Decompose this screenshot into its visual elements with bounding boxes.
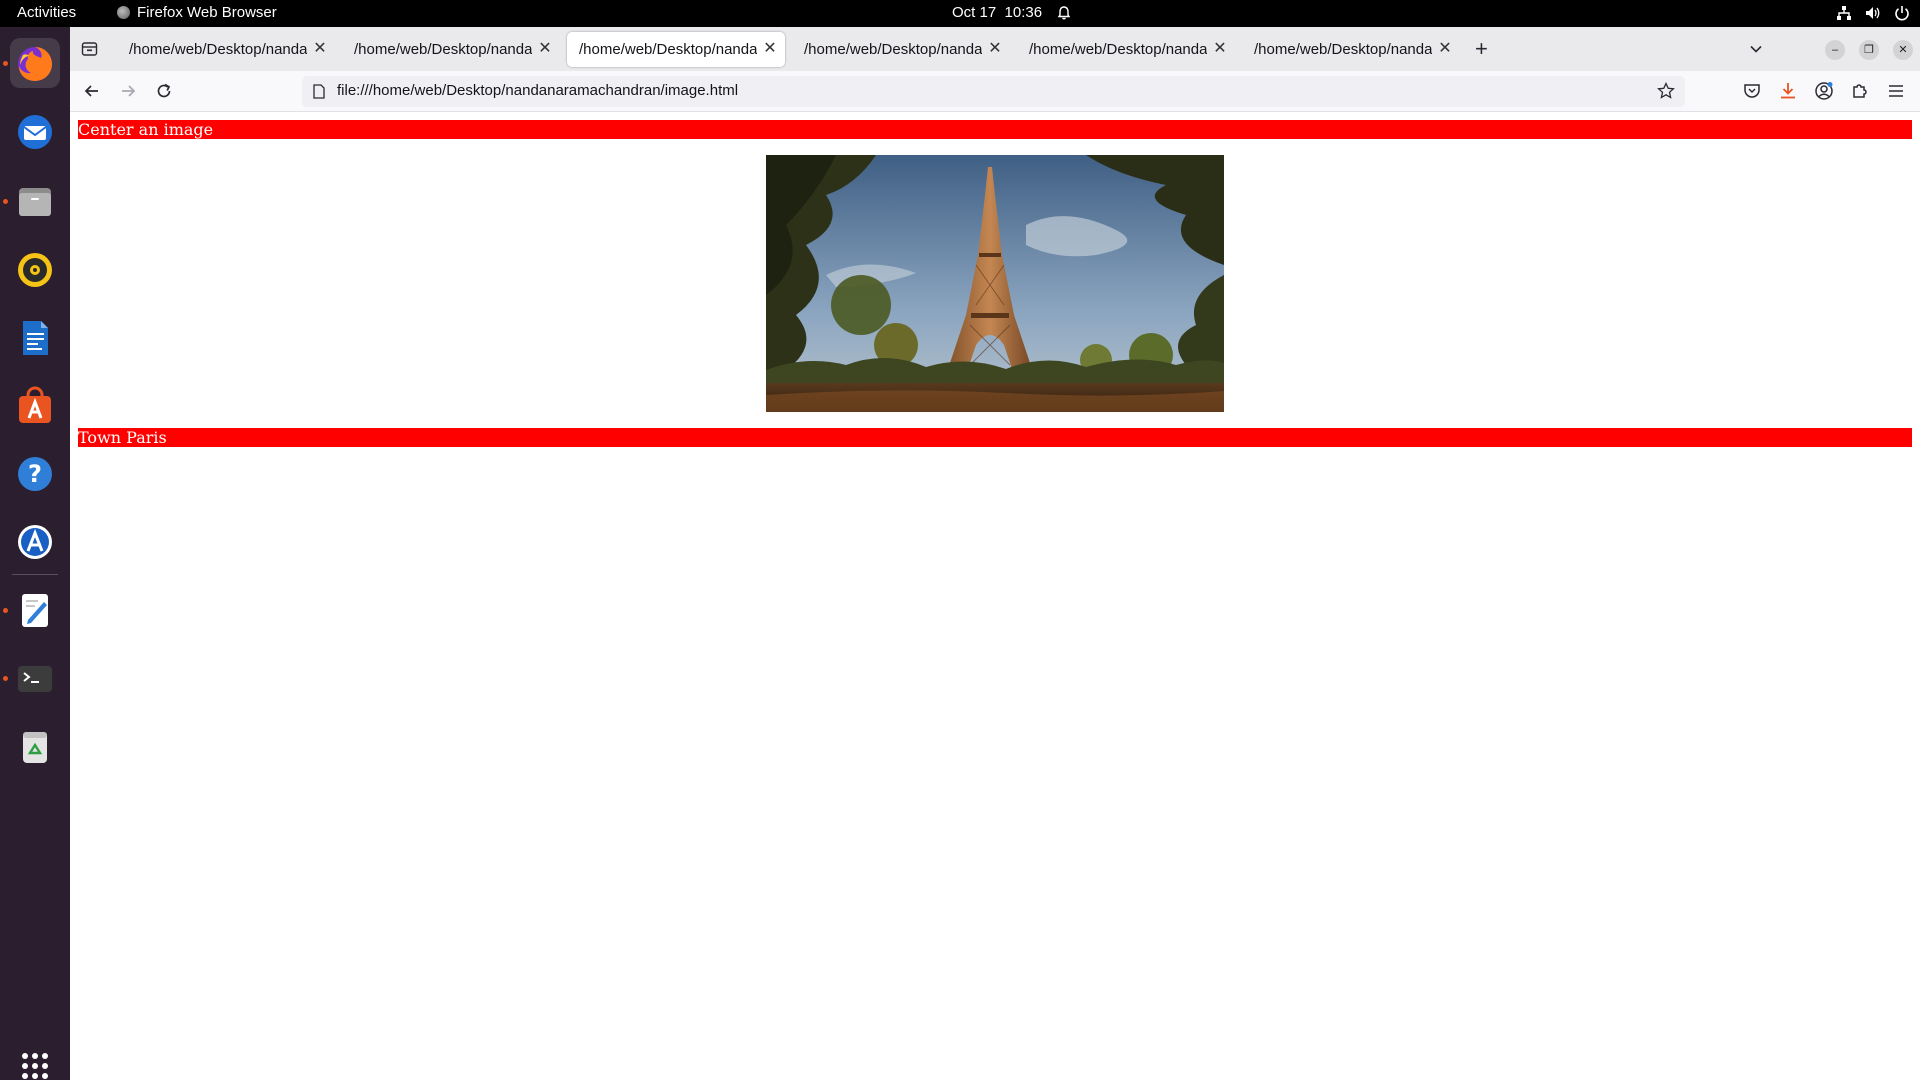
clock[interactable]: Oct 17 10:36 (952, 4, 1072, 21)
dock-separator (12, 574, 58, 575)
firefox-small-icon (117, 6, 130, 19)
dock-rhythmbox[interactable] (10, 245, 60, 295)
tab-title: /home/web/Desktop/nandanaramachandran (354, 41, 532, 58)
close-tab-icon[interactable]: ✕ (311, 40, 329, 58)
restore-icon[interactable]: ❐ (1859, 40, 1879, 60)
navigation-bar: file:///home/web/Desktop/nandanaramachan… (70, 71, 1920, 112)
tab-title: /home/web/Desktop/nandanaramachandran (1254, 41, 1432, 58)
tab-title: /home/web/Desktop/nandanaramachandran (129, 41, 307, 58)
dock-ubuntu-software[interactable] (10, 381, 60, 431)
reload-icon[interactable] (154, 81, 174, 101)
clock-date-time: Oct 17 10:36 (952, 4, 1042, 21)
dock-thunderbird[interactable] (10, 107, 60, 157)
clock-date: Oct 17 (952, 4, 997, 21)
new-tab-icon[interactable]: + (1475, 36, 1488, 62)
app-menu-label: Firefox Web Browser (137, 4, 277, 21)
close-tab-icon[interactable]: ✕ (1211, 40, 1229, 58)
running-indicator (3, 676, 8, 681)
power-icon (1895, 6, 1909, 21)
browser-tab[interactable]: /home/web/Desktop/nandanaramachandran ✕ (342, 32, 560, 67)
browser-tab[interactable]: /home/web/Desktop/nandanaramachandran ✕ (1242, 32, 1460, 67)
thunderbird-icon (18, 115, 52, 149)
firefox-view-icon[interactable] (81, 40, 98, 57)
dock-app-center[interactable] (10, 517, 60, 567)
close-tab-icon[interactable]: ✕ (536, 40, 554, 58)
back-arrow-icon[interactable] (82, 81, 102, 101)
running-indicator (3, 199, 8, 204)
browser-tab-selected[interactable]: /home/web/Desktop/nandanaramachandran ✕ (567, 32, 785, 67)
volume-icon (1866, 7, 1880, 19)
browser-tab[interactable]: /home/web/Desktop/nandanaramachandran ✕ (117, 32, 335, 67)
close-tab-icon[interactable]: ✕ (761, 40, 779, 58)
help-icon: ? (18, 457, 52, 491)
rhythmbox-icon (18, 253, 52, 287)
software-icon (19, 386, 51, 423)
app-menu[interactable]: Firefox Web Browser (117, 4, 277, 21)
system-tray[interactable] (1836, 5, 1910, 21)
running-indicator (3, 608, 8, 613)
dock-files[interactable] (10, 176, 60, 226)
activities-button[interactable]: Activities (17, 4, 76, 21)
dock-text-editor[interactable] (10, 585, 60, 635)
close-window-icon[interactable]: ✕ (1893, 40, 1913, 60)
dock-help[interactable]: ? (10, 449, 60, 499)
pocket-icon[interactable] (1742, 81, 1762, 101)
browser-tab[interactable]: /home/web/Desktop/nandanaramachandran ✕ (1017, 32, 1235, 67)
extensions-icon[interactable] (1850, 81, 1870, 101)
downloads-icon[interactable] (1778, 81, 1798, 101)
tab-title: /home/web/Desktop/nandanaramachandran (1029, 41, 1207, 58)
list-all-tabs-icon[interactable] (1749, 42, 1763, 56)
files-icon (19, 188, 51, 216)
eiffel-tower-photo (766, 155, 1224, 412)
network-icon (1837, 6, 1851, 20)
page-content: Center an image Town Paris (70, 112, 1920, 1080)
dock-firefox[interactable] (10, 38, 60, 88)
forward-arrow-icon[interactable] (118, 81, 138, 101)
top-bar: Activities Firefox Web Browser Oct 17 10… (0, 0, 1920, 27)
firefox-icon (18, 47, 52, 81)
close-tab-icon[interactable]: ✕ (986, 40, 1004, 58)
clock-time: 10:36 (1004, 4, 1043, 21)
dock-terminal[interactable] (10, 653, 60, 703)
dock-trash[interactable] (10, 721, 60, 771)
browser-tab[interactable]: /home/web/Desktop/nandanaramachandran ✕ (792, 32, 1010, 67)
caption-banner: Town Paris (78, 428, 1912, 447)
close-tab-icon[interactable]: ✕ (1436, 40, 1454, 58)
trash-icon (23, 732, 47, 763)
account-icon[interactable] (1814, 81, 1834, 101)
running-indicator (3, 61, 8, 66)
terminal-icon (18, 666, 52, 692)
appcenter-icon (18, 525, 52, 559)
tab-strip: /home/web/Desktop/nandanaramachandran ✕ … (70, 27, 1920, 71)
notification-bell-icon (1057, 5, 1071, 19)
bookmark-star-icon[interactable] (1657, 82, 1675, 100)
dock-show-apps[interactable] (10, 1041, 60, 1091)
dock-writer[interactable] (10, 313, 60, 363)
hamburger-menu-icon[interactable] (1886, 81, 1906, 101)
url-bar[interactable]: file:///home/web/Desktop/nandanaramachan… (302, 76, 1685, 107)
dock: ? (0, 27, 70, 1080)
text-editor-icon (22, 594, 48, 627)
svg-text:?: ? (28, 460, 42, 488)
page-icon (313, 84, 325, 99)
app-grid-icon (22, 1053, 48, 1079)
writer-icon (23, 321, 48, 355)
tab-title: /home/web/Desktop/nandanaramachandran (579, 41, 757, 58)
minimize-icon[interactable]: – (1825, 40, 1845, 60)
heading-banner: Center an image (78, 120, 1912, 139)
url-text[interactable]: file:///home/web/Desktop/nandanaramachan… (337, 82, 738, 99)
tab-title: /home/web/Desktop/nandanaramachandran (804, 41, 982, 58)
